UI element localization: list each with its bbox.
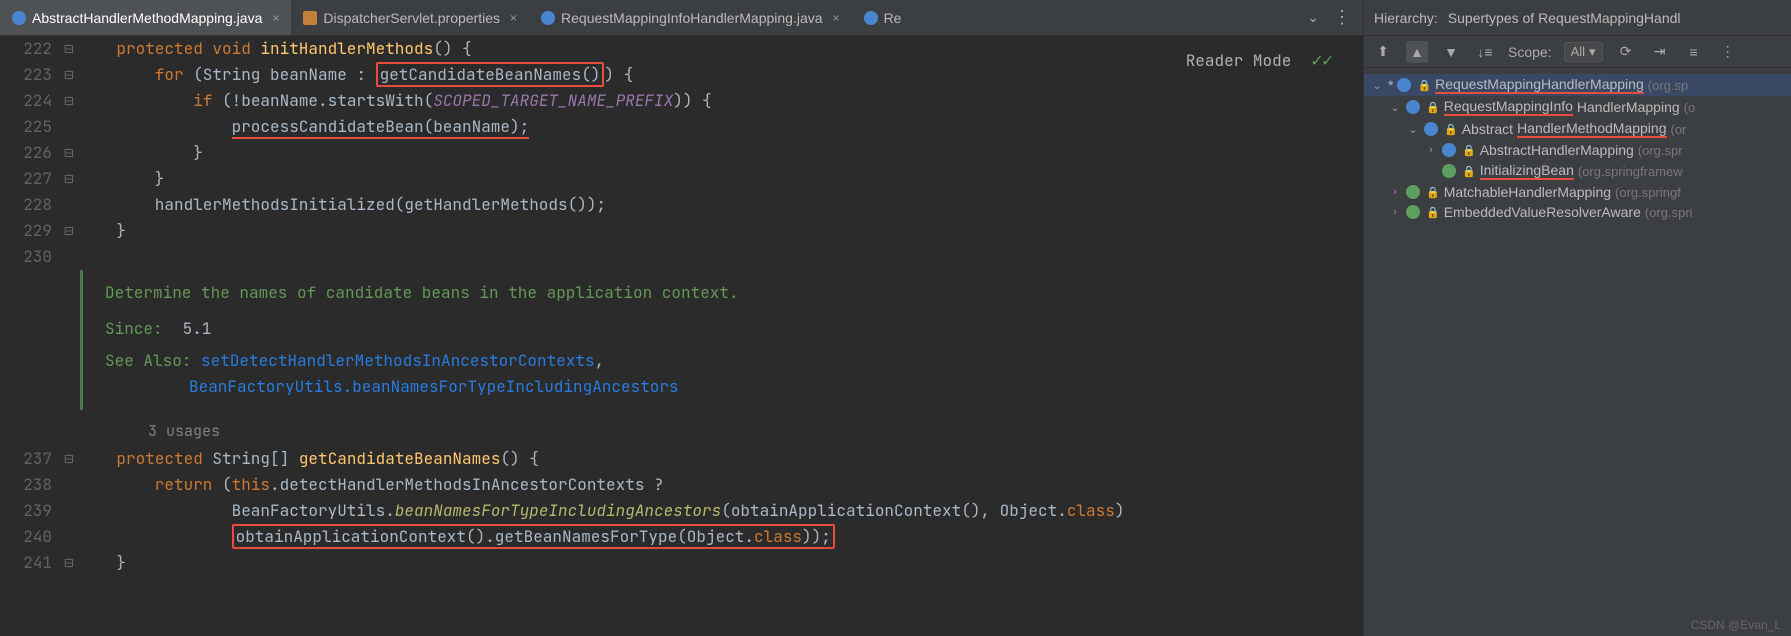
editor-panel: AbstractHandlerMethodMapping.java × Disp… xyxy=(0,0,1363,636)
lock-icon: 🔒 xyxy=(1417,79,1431,92)
line-no: 230 xyxy=(0,244,60,270)
line-no: 240 xyxy=(0,524,60,550)
line-no: 224 xyxy=(0,88,60,114)
javadoc-block: Determine the names of candidate beans i… xyxy=(80,270,1363,410)
expand-icon[interactable]: ⌄ xyxy=(1406,123,1420,136)
tree-node-root[interactable]: ⌄*🔒 RequestMappingHandlerMapping (org.sp xyxy=(1364,74,1791,96)
highlight-box: obtainApplicationContext().getBeanNamesF… xyxy=(232,524,835,549)
expand-icon[interactable]: › xyxy=(1388,206,1402,218)
see-also-link[interactable]: setDetectHandlerMethodsInAncestorContext… xyxy=(201,350,595,371)
close-icon[interactable]: × xyxy=(833,11,840,25)
class-icon xyxy=(1397,78,1411,92)
javadoc-text: Determine the names of candidate beans i… xyxy=(105,280,1341,306)
fold-icon[interactable]: ⊟ xyxy=(60,446,78,472)
tree-node[interactable]: ›🔒 AbstractHandlerMapping (org.spr xyxy=(1364,140,1791,160)
expand-icon[interactable]: › xyxy=(1388,186,1402,198)
line-no: 228 xyxy=(0,192,60,218)
line-no: 227 xyxy=(0,166,60,192)
tree-node[interactable]: ›🔒 EmbeddedValueResolverAware (org.spri xyxy=(1364,202,1791,222)
class-icon xyxy=(1442,143,1456,157)
refresh-icon[interactable]: ⟳ xyxy=(1615,41,1637,63)
hierarchy-header: Hierarchy: Supertypes of RequestMappingH… xyxy=(1364,0,1791,36)
lock-icon: 🔒 xyxy=(1462,165,1476,178)
lock-icon: 🔒 xyxy=(1426,206,1440,219)
tab-label: Re xyxy=(884,10,902,26)
code-editor[interactable]: Reader Mode ✓✓ 222⊟ protected void initH… xyxy=(0,36,1363,636)
interface-icon xyxy=(1406,185,1420,199)
class-icon xyxy=(1424,122,1438,136)
hierarchy-toolbar: ⬆ ▲ ▼ ↓≡ Scope: All▾ ⟳ ⇥ ≡ ⋮ xyxy=(1364,36,1791,68)
fold-icon[interactable]: ⊟ xyxy=(60,550,78,576)
tab-label: DispatcherServlet.properties xyxy=(323,10,500,26)
subtypes-icon[interactable]: ▼ xyxy=(1440,41,1462,63)
fold-icon[interactable]: ⊟ xyxy=(60,140,78,166)
expand-icon[interactable]: ⌄ xyxy=(1388,101,1402,114)
highlight-box: getCandidateBeanNames() xyxy=(376,62,605,87)
lock-icon: 🔒 xyxy=(1426,186,1440,199)
line-no: 239 xyxy=(0,498,60,524)
line-no: 241 xyxy=(0,550,60,576)
tab-bar: AbstractHandlerMethodMapping.java × Disp… xyxy=(0,0,1363,36)
highlight-underline: processCandidateBean(beanName); xyxy=(232,116,530,139)
tree-node[interactable]: ⌄🔒 RequestMappingInfoHandlerMapping (o xyxy=(1364,96,1791,118)
sort-icon[interactable]: ↓≡ xyxy=(1474,41,1496,63)
java-icon xyxy=(12,11,26,25)
tree-node[interactable]: ⌄🔒 AbstractHandlerMethodMapping (or xyxy=(1364,118,1791,140)
tree-node[interactable]: 🔒 InitializingBean (org.springframew xyxy=(1364,160,1791,182)
interface-icon xyxy=(1442,164,1456,178)
expand-icon[interactable]: ≡ xyxy=(1683,41,1705,63)
java-icon xyxy=(864,11,878,25)
java-icon xyxy=(541,11,555,25)
hierarchy-title-value: Supertypes of RequestMappingHandl xyxy=(1448,10,1681,26)
fold-icon[interactable]: ⊟ xyxy=(60,62,78,88)
more-icon[interactable]: ⋮ xyxy=(1333,7,1351,28)
tab-file-3[interactable]: Re xyxy=(852,0,914,35)
settings-icon[interactable]: ⋮ xyxy=(1717,41,1739,63)
fold-icon[interactable]: ⊟ xyxy=(60,36,78,62)
autoscroll-icon[interactable]: ⇥ xyxy=(1649,41,1671,63)
watermark: CSDN @Evan_L xyxy=(1691,618,1781,632)
class-icon xyxy=(1406,100,1420,114)
tab-label: AbstractHandlerMethodMapping.java xyxy=(32,10,262,26)
tab-label: RequestMappingInfoHandlerMapping.java xyxy=(561,10,823,26)
line-no: 222 xyxy=(0,36,60,62)
line-no: 237 xyxy=(0,446,60,472)
tab-file-1[interactable]: DispatcherServlet.properties × xyxy=(291,0,529,35)
checkmark-icon[interactable]: ✓✓ xyxy=(1311,48,1333,74)
usages-hint[interactable]: 3 usages xyxy=(80,418,1363,444)
fold-icon[interactable]: ⊟ xyxy=(60,218,78,244)
tab-file-2[interactable]: RequestMappingInfoHandlerMapping.java × xyxy=(529,0,852,35)
line-no: 238 xyxy=(0,472,60,498)
properties-icon xyxy=(303,11,317,25)
line-no: 225 xyxy=(0,114,60,140)
close-icon[interactable]: × xyxy=(272,11,279,25)
line-no: 226 xyxy=(0,140,60,166)
lock-icon: 🔒 xyxy=(1426,101,1440,114)
scope-label: Scope: xyxy=(1508,44,1552,60)
expand-icon[interactable]: ⌄ xyxy=(1370,79,1384,92)
class-hierarchy-icon[interactable]: ⬆ xyxy=(1372,41,1394,63)
fold-icon[interactable]: ⊟ xyxy=(60,88,78,114)
close-icon[interactable]: × xyxy=(510,11,517,25)
hierarchy-tree: ⌄*🔒 RequestMappingHandlerMapping (org.sp… xyxy=(1364,68,1791,636)
reader-mode-label[interactable]: Reader Mode xyxy=(1186,48,1292,74)
tab-file-0[interactable]: AbstractHandlerMethodMapping.java × xyxy=(0,0,291,35)
supertypes-icon[interactable]: ▲ xyxy=(1406,41,1428,63)
tree-node[interactable]: ›🔒 MatchableHandlerMapping (org.springf xyxy=(1364,182,1791,202)
line-no: 229 xyxy=(0,218,60,244)
hierarchy-title-label: Hierarchy: xyxy=(1374,10,1438,26)
scope-dropdown[interactable]: All▾ xyxy=(1564,42,1603,62)
hierarchy-panel: Hierarchy: Supertypes of RequestMappingH… xyxy=(1363,0,1791,636)
chevron-down-icon[interactable]: ⌄ xyxy=(1307,9,1319,26)
lock-icon: 🔒 xyxy=(1444,123,1458,136)
interface-icon xyxy=(1406,205,1420,219)
fold-icon[interactable]: ⊟ xyxy=(60,166,78,192)
expand-icon[interactable]: › xyxy=(1424,144,1438,156)
lock-icon: 🔒 xyxy=(1462,144,1476,157)
see-also-link[interactable]: BeanFactoryUtils.beanNamesForTypeIncludi… xyxy=(189,376,679,397)
line-no: 223 xyxy=(0,62,60,88)
